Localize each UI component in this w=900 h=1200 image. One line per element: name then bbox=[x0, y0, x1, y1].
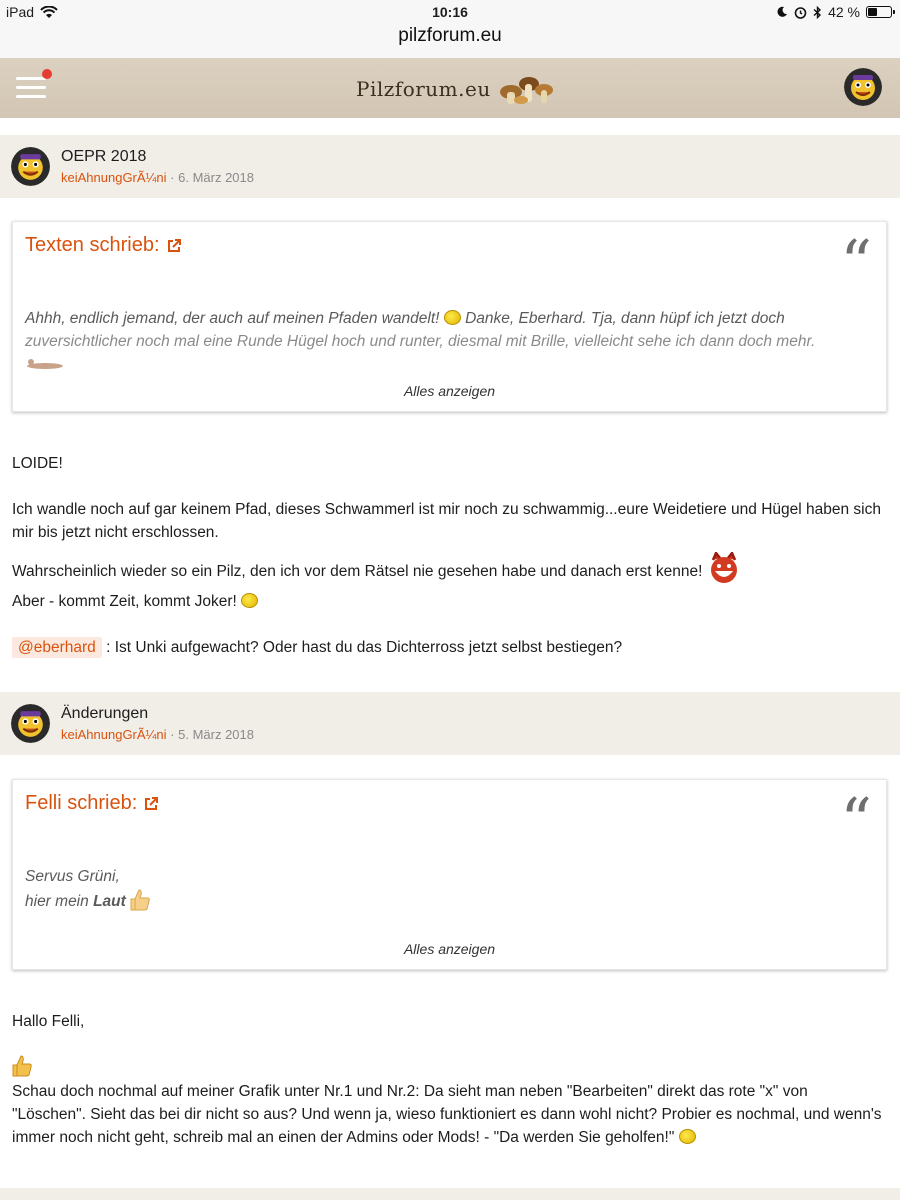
mushrooms-icon bbox=[499, 77, 553, 104]
battery-percent: 42 % bbox=[828, 4, 860, 20]
post-meta: keiAhnungGrÃ¼ni · 6. März 2018 bbox=[61, 170, 254, 185]
site-header: Pilzforum.eu bbox=[0, 58, 900, 118]
clock: 10:16 bbox=[432, 4, 468, 20]
quote-bold-word: Laut bbox=[93, 893, 126, 910]
quote-block: Texten schrieb: “ Ahhh, endlich jemand, … bbox=[12, 221, 887, 412]
post-paragraph: Ich wandle noch auf gar keinem Pfad, die… bbox=[12, 501, 881, 541]
post-content: Hallo Felli, Schau doch nochmal auf mein… bbox=[12, 1010, 882, 1149]
alarm-icon bbox=[794, 6, 807, 19]
user-avatar-button[interactable] bbox=[844, 68, 882, 106]
url-text[interactable]: pilzforum.eu bbox=[398, 25, 502, 46]
user-mention-link[interactable]: @eberhard bbox=[12, 637, 102, 658]
quote-line-1b: Danke, Eberhard. Tja, dann hüpf ich jetz… bbox=[465, 310, 785, 327]
avatar-image bbox=[11, 147, 50, 186]
address-bar[interactable]: pilzforum.eu bbox=[0, 24, 900, 59]
meta-separator: · bbox=[170, 170, 175, 185]
quote-source-link[interactable]: Texten schrieb: bbox=[25, 234, 182, 257]
bluetooth-icon bbox=[813, 5, 822, 19]
quote-title: Felli schrieb: bbox=[25, 792, 138, 814]
author-link[interactable]: keiAhnungGrÃ¼ni bbox=[61, 170, 167, 185]
menu-bar-bottom bbox=[16, 95, 46, 98]
external-link-icon bbox=[167, 238, 181, 252]
quote-mark-icon: “ bbox=[840, 226, 872, 299]
thumbs-up-icon bbox=[130, 889, 150, 911]
hamburger-menu-button[interactable] bbox=[16, 69, 52, 101]
quote-source-link[interactable]: Felli schrieb: bbox=[25, 792, 159, 815]
post-text: : Ist Unki aufgewacht? Oder hast du das … bbox=[106, 639, 623, 656]
show-all-button[interactable]: Alles anzeigen bbox=[13, 383, 886, 399]
quote-mark-icon: “ bbox=[840, 784, 872, 857]
post-paragraph: Aber - kommt Zeit, kommt Joker! bbox=[12, 590, 882, 613]
wink-smiley-icon bbox=[241, 593, 259, 608]
devil-grin-icon bbox=[710, 550, 737, 583]
post-date[interactable]: 5. März 2018 bbox=[178, 727, 254, 742]
next-post-header bbox=[0, 1188, 900, 1200]
post-paragraph: Schau doch nochmal auf meiner Grafik unt… bbox=[12, 1080, 882, 1149]
grin-smiley-icon bbox=[443, 310, 461, 325]
post-paragraph: Wahrscheinlich wieder so ein Pilz, den i… bbox=[12, 550, 882, 586]
logo-text: Pilzforum.eu bbox=[356, 77, 491, 101]
quote-title: Texten schrieb: bbox=[25, 234, 160, 256]
post-date[interactable]: 6. März 2018 bbox=[178, 170, 254, 185]
avatar bbox=[844, 68, 882, 106]
post-paragraph: Hallo Felli, bbox=[12, 1013, 85, 1030]
post-header: Änderungen keiAhnungGrÃ¼ni · 5. März 201… bbox=[0, 692, 900, 755]
notification-dot bbox=[42, 69, 52, 79]
hamburger-menu-icon bbox=[16, 77, 46, 80]
quote-line-2: zuversichtlicher noch mal eine Runde Hüg… bbox=[25, 333, 816, 350]
post-paragraph: LOIDE! bbox=[12, 455, 63, 472]
external-link-icon bbox=[145, 796, 159, 810]
menu-bar-middle bbox=[16, 86, 46, 89]
post-text: Wahrscheinlich wieder so ein Pilz, den i… bbox=[12, 563, 703, 580]
status-bar: iPad 10:16 42 % bbox=[0, 0, 900, 24]
battery-level bbox=[868, 8, 877, 16]
quote-line-1: Ahhh, endlich jemand, der auch auf meine… bbox=[25, 310, 440, 327]
author-avatar[interactable] bbox=[11, 704, 50, 743]
quote-line-2: hier mein bbox=[25, 893, 89, 910]
post-header: OEPR 2018 keiAhnungGrÃ¼ni · 6. März 2018 bbox=[0, 135, 900, 198]
quote-block: Felli schrieb: “ Servus Grüni, hier mein… bbox=[12, 779, 887, 970]
show-all-button[interactable]: Alles anzeigen bbox=[13, 941, 886, 957]
lying-figure-icon bbox=[27, 359, 63, 369]
site-logo[interactable]: Pilzforum.eu bbox=[356, 72, 555, 106]
quote-text: Servus Grüni, hier mein Laut bbox=[25, 865, 872, 913]
thread-title-link[interactable]: Änderungen bbox=[61, 705, 148, 723]
battery-icon bbox=[866, 6, 895, 18]
meta-separator: · bbox=[170, 727, 175, 742]
avatar-image bbox=[11, 704, 50, 743]
post-text: Aber - kommt Zeit, kommt Joker! bbox=[12, 593, 237, 610]
thumbs-up-icon bbox=[12, 1055, 32, 1077]
author-link[interactable]: keiAhnungGrÃ¼ni bbox=[61, 727, 167, 742]
post-content: LOIDE! Ich wandle noch auf gar keinem Pf… bbox=[12, 452, 882, 659]
quote-text: Ahhh, endlich jemand, der auch auf meine… bbox=[25, 307, 872, 376]
thread-title-link[interactable]: OEPR 2018 bbox=[61, 148, 146, 166]
post-text: Schau doch nochmal auf meiner Grafik unt… bbox=[12, 1083, 882, 1146]
moon-icon bbox=[777, 6, 788, 17]
post-meta: keiAhnungGrÃ¼ni · 5. März 2018 bbox=[61, 727, 254, 742]
post-paragraph: @eberhard : Ist Unki aufgewacht? Oder ha… bbox=[12, 636, 882, 659]
author-avatar[interactable] bbox=[11, 147, 50, 186]
wink-smiley-icon bbox=[678, 1129, 696, 1144]
quote-line-1: Servus Grüni, bbox=[25, 868, 120, 885]
